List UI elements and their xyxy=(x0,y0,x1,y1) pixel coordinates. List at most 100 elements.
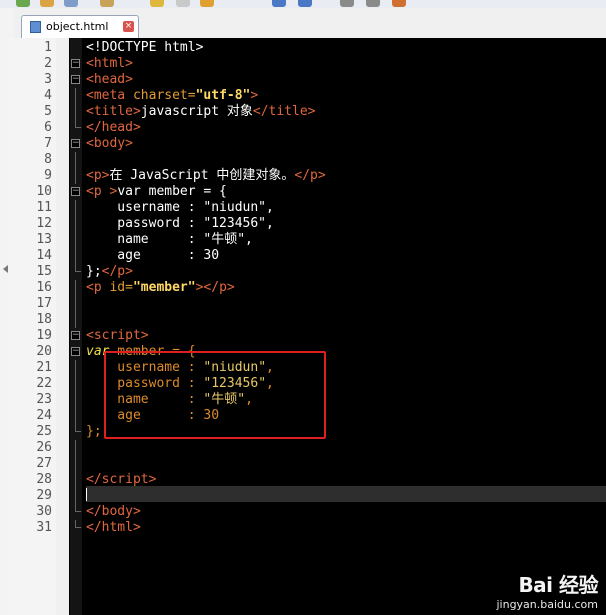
fold-guide-line xyxy=(75,152,76,168)
fold-toggle-icon[interactable]: − xyxy=(71,59,80,68)
fold-toggle-icon[interactable]: − xyxy=(71,139,80,148)
code-line[interactable]: 30 </body> xyxy=(0,504,606,520)
toolbar-icon[interactable] xyxy=(340,0,354,7)
toolbar-icon[interactable] xyxy=(272,0,286,7)
line-number: 8 xyxy=(44,152,52,167)
code-line[interactable]: 26 xyxy=(0,440,606,456)
fold-end-marker-icon xyxy=(75,424,81,432)
toolbar-icon[interactable] xyxy=(40,0,54,7)
code-line[interactable]: 5 <title>javascript 对象</title> xyxy=(0,104,606,120)
code-line[interactable]: 18 xyxy=(0,312,606,328)
fold-toggle-icon[interactable]: − xyxy=(71,75,80,84)
toolbar-icon[interactable] xyxy=(392,0,406,7)
line-number: 27 xyxy=(36,456,52,471)
tab-object-html[interactable]: object.html × xyxy=(21,15,139,38)
code-text: };</p> xyxy=(86,264,133,279)
code-text: <p id="member"></p> xyxy=(86,280,235,295)
code-line[interactable]: 28 </script> xyxy=(0,472,606,488)
toolbar-icon[interactable] xyxy=(200,0,214,7)
line-number: 23 xyxy=(36,392,52,407)
code-line[interactable]: 29 xyxy=(0,488,606,504)
code-text: <script> xyxy=(86,328,149,343)
code-text: <meta charset="utf-8"> xyxy=(86,88,259,103)
toolbar-icon[interactable] xyxy=(64,0,78,7)
code-line[interactable]: 1 <!DOCTYPE html> xyxy=(0,40,606,56)
code-text: <html> xyxy=(86,56,133,71)
fold-guide-line xyxy=(75,472,76,488)
line-number: 13 xyxy=(36,232,52,247)
code-line[interactable]: 4 <meta charset="utf-8"> xyxy=(0,88,606,104)
code-line[interactable]: 7 − <body> xyxy=(0,136,606,152)
fold-guide-line xyxy=(75,232,76,248)
fold-guide-line xyxy=(75,168,76,184)
code-text: <head> xyxy=(86,72,133,87)
code-line[interactable]: 16 <p id="member"></p> xyxy=(0,280,606,296)
line-number: 4 xyxy=(44,88,52,103)
code-text: </head> xyxy=(86,120,141,135)
line-number: 31 xyxy=(36,520,52,535)
code-text: </body> xyxy=(86,504,141,519)
code-text: <p >var member = { xyxy=(86,184,227,199)
line-number: 9 xyxy=(44,168,52,183)
toolbar-icon[interactable] xyxy=(100,0,114,7)
line-number: 18 xyxy=(36,312,52,327)
toolbar-icon[interactable] xyxy=(150,0,164,7)
fold-guide-line xyxy=(75,296,76,312)
fold-guide-line xyxy=(75,376,76,392)
code-text: </html> xyxy=(86,520,141,535)
watermark-logo: Bai 经验 xyxy=(496,569,598,598)
fold-guide-line xyxy=(75,440,76,456)
fold-guide-line xyxy=(75,360,76,376)
code-line[interactable]: 9 <p>在 JavaScript 中创建对象。</p> xyxy=(0,168,606,184)
code-line[interactable]: 27 xyxy=(0,456,606,472)
code-text: name : "牛顿", xyxy=(86,232,253,247)
fold-end-marker-icon xyxy=(75,264,81,272)
line-number: 21 xyxy=(36,360,52,375)
line-number: 12 xyxy=(36,216,52,231)
fold-guide-line xyxy=(75,248,76,264)
toolbar-icon[interactable] xyxy=(366,0,380,7)
fold-toggle-icon[interactable]: − xyxy=(71,331,80,340)
line-number: 28 xyxy=(36,472,52,487)
toolbar xyxy=(0,0,606,8)
line-number: 24 xyxy=(36,408,52,423)
fold-guide-line xyxy=(75,488,76,504)
toolbar-icon[interactable] xyxy=(298,0,312,7)
code-line[interactable]: 3 − <head> xyxy=(0,72,606,88)
code-line[interactable]: 19 − <script> xyxy=(0,328,606,344)
line-number: 20 xyxy=(36,344,52,359)
line-number: 15 xyxy=(36,264,52,279)
line-number: 3 xyxy=(44,72,52,87)
annotation-highlight-box xyxy=(104,351,326,439)
line-number: 11 xyxy=(36,200,52,215)
code-line[interactable]: 11 username : "niudun", xyxy=(0,200,606,216)
code-line[interactable]: 6 </head> xyxy=(0,120,606,136)
code-line[interactable]: 17 xyxy=(0,296,606,312)
fold-guide-line xyxy=(75,312,76,328)
code-line[interactable]: 31 </html> xyxy=(0,520,606,536)
line-number: 17 xyxy=(36,296,52,311)
fold-toggle-icon[interactable]: − xyxy=(71,187,80,196)
code-text: <p>在 JavaScript 中创建对象。</p> xyxy=(86,168,326,183)
fold-toggle-icon[interactable]: − xyxy=(71,347,80,356)
line-number: 26 xyxy=(36,440,52,455)
code-line[interactable]: 14 age : 30 xyxy=(0,248,606,264)
code-line[interactable]: 2 − <html> xyxy=(0,56,606,72)
code-line[interactable]: 8 xyxy=(0,152,606,168)
line-number: 16 xyxy=(36,280,52,295)
close-tab-icon[interactable]: × xyxy=(123,21,134,32)
toolbar-icon[interactable] xyxy=(16,0,30,7)
code-line[interactable]: 13 name : "牛顿", xyxy=(0,232,606,248)
toolbar-icon[interactable] xyxy=(176,0,190,7)
watermark-url: jingyan.baidu.com xyxy=(496,598,598,611)
code-text: }; xyxy=(86,424,102,439)
fold-guide-line xyxy=(75,456,76,472)
code-text: <!DOCTYPE html> xyxy=(86,40,204,55)
watermark: Bai 经验 jingyan.baidu.com xyxy=(496,569,598,611)
line-number: 25 xyxy=(36,424,52,439)
line-number: 5 xyxy=(44,104,52,119)
fold-guide-line xyxy=(75,216,76,232)
code-line[interactable]: 12 password : "123456", xyxy=(0,216,606,232)
code-line[interactable]: 15 };</p> xyxy=(0,264,606,280)
code-line[interactable]: 10 − <p >var member = { xyxy=(0,184,606,200)
